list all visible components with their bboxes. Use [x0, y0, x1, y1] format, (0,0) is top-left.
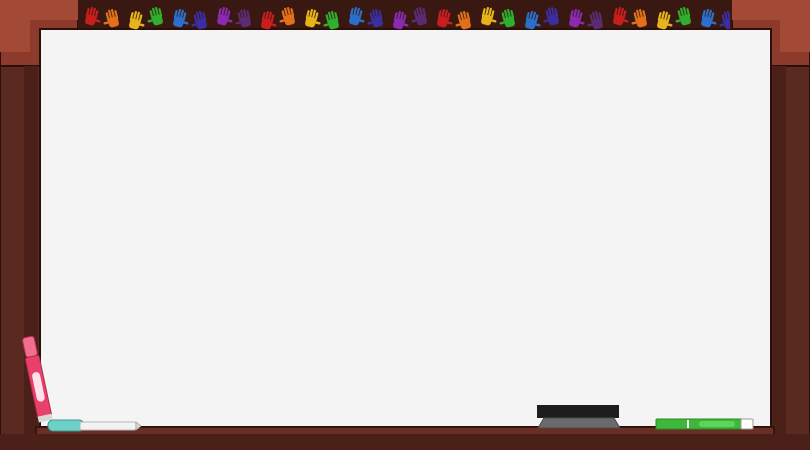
- handprint-icon: [569, 8, 585, 28]
- pink-marker-icon: [22, 335, 52, 423]
- handprint-icon: [437, 8, 453, 28]
- white-marker-icon: [47, 419, 142, 432]
- green-marker-icon: [655, 418, 754, 430]
- handprint-icon: [235, 8, 251, 28]
- handprint-icon: [191, 10, 207, 30]
- handprint-icon: [261, 10, 277, 30]
- handprint-icon: [305, 8, 321, 28]
- handprint-icon: [129, 10, 145, 30]
- handprint-icon: [455, 10, 471, 30]
- handprint-icon: [279, 6, 295, 26]
- handprint-icon: [499, 8, 515, 28]
- handprint-icon: [349, 6, 365, 26]
- handprint-icon: [367, 8, 383, 28]
- handprint-icon: [543, 6, 559, 26]
- handprint-border: [80, 0, 730, 30]
- whiteboard-surface: [39, 28, 772, 428]
- handprint-icon: [631, 8, 647, 28]
- handprint-icon: [525, 10, 541, 30]
- eraser-icon: [537, 405, 621, 429]
- whiteboard-scene: [0, 0, 810, 450]
- handprint-icon: [85, 6, 101, 26]
- handprint-icon: [393, 10, 409, 30]
- handprint-icon: [587, 10, 603, 30]
- handprint-icon: [323, 10, 339, 30]
- handprint-icon: [719, 10, 730, 30]
- handprint-icon: [411, 6, 427, 26]
- handprint-icon: [701, 8, 717, 28]
- handprint-icon: [657, 10, 673, 30]
- handprint-icon: [217, 6, 233, 26]
- handprint-icon: [147, 6, 163, 26]
- handprint-icon: [675, 6, 691, 26]
- handprint-icon: [613, 6, 629, 26]
- whiteboard-frame: [0, 0, 810, 450]
- handprint-icon: [103, 8, 119, 28]
- handprint-icon: [481, 6, 497, 26]
- handprint-icon: [173, 8, 189, 28]
